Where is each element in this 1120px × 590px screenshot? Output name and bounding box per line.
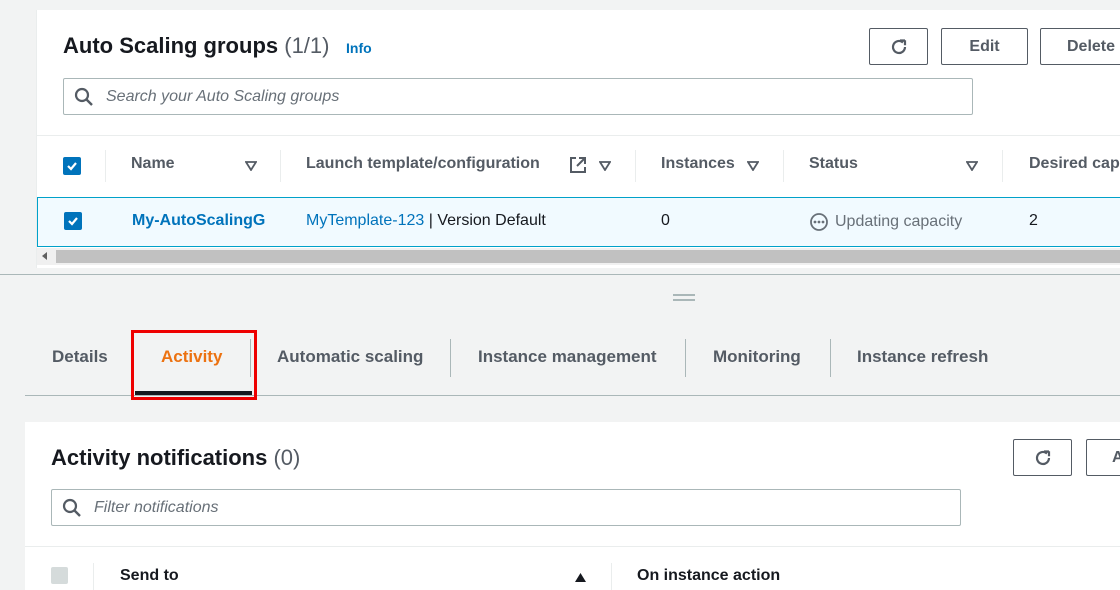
edit-button[interactable]: Edit <box>941 28 1028 65</box>
info-link[interactable]: Info <box>346 40 372 56</box>
desired-capacity-cell: 2 <box>1029 212 1038 229</box>
refresh-icon <box>891 38 906 54</box>
column-divider <box>611 563 612 590</box>
add-notification-button[interactable]: A <box>1086 439 1120 476</box>
sort-ascending-icon[interactable] <box>574 572 587 583</box>
asg-count: (1/1) <box>284 33 330 58</box>
scroll-left-icon[interactable] <box>42 252 47 260</box>
scrollbar-thumb[interactable] <box>56 250 1120 263</box>
split-panel-divider <box>0 274 1120 275</box>
column-divider <box>783 150 784 182</box>
select-all-checkbox[interactable] <box>63 157 81 175</box>
page-title: Auto Scaling groups (1/1) <box>63 33 330 59</box>
tab-divider <box>450 339 451 377</box>
table-header: Name Launch template/configuration Insta… <box>37 135 1120 197</box>
in-progress-icon <box>810 213 828 231</box>
delete-button[interactable]: Delete <box>1040 28 1120 65</box>
activity-notifications-panel: Activity notifications (0) A Filter noti… <box>25 422 1120 590</box>
refresh-icon <box>1035 449 1050 465</box>
asg-title: Auto Scaling groups <box>63 33 279 58</box>
status-cell: Updating capacity <box>809 212 962 232</box>
section-title: Activity notifications (0) <box>51 445 300 471</box>
notifications-title: Activity notifications <box>51 445 268 470</box>
column-divider <box>93 563 94 590</box>
asg-search-input[interactable]: Search your Auto Scaling groups <box>63 78 973 115</box>
external-link-icon <box>570 157 586 173</box>
column-name[interactable]: Name <box>131 155 175 173</box>
column-status[interactable]: Status <box>809 155 858 173</box>
status-text: Updating capacity <box>835 213 963 230</box>
search-placeholder: Search your Auto Scaling groups <box>106 87 340 105</box>
tab-details[interactable]: Details <box>52 347 108 367</box>
notifications-search-input[interactable]: Filter notifications <box>51 489 961 526</box>
template-version: | Version Default <box>424 212 546 229</box>
drag-handle-icon[interactable] <box>673 294 695 301</box>
tab-monitoring[interactable]: Monitoring <box>713 347 801 367</box>
column-send-to[interactable]: Send to <box>120 567 179 585</box>
search-icon <box>74 87 93 106</box>
instances-cell: 0 <box>661 212 670 229</box>
table-row[interactable]: My-AutoScalingG MyTemplate-123 | Version… <box>37 197 1120 247</box>
notifications-table-header: Send to On instance action <box>25 546 1120 590</box>
column-divider <box>1002 150 1003 182</box>
sort-down-icon[interactable] <box>599 161 611 171</box>
sort-down-icon[interactable] <box>747 161 759 171</box>
refresh-button[interactable] <box>869 28 928 65</box>
tab-instance-management[interactable]: Instance management <box>478 347 657 367</box>
tab-automatic-scaling[interactable]: Automatic scaling <box>277 347 423 367</box>
tab-divider <box>685 339 686 377</box>
template-link[interactable]: MyTemplate-123 <box>306 212 424 229</box>
column-desired-capacity[interactable]: Desired cap <box>1029 155 1120 173</box>
sort-down-icon[interactable] <box>245 161 257 171</box>
asg-name-link[interactable]: My-AutoScalingG <box>132 212 265 230</box>
tab-instance-refresh[interactable]: Instance refresh <box>857 347 988 367</box>
auto-scaling-groups-panel: Auto Scaling groups (1/1) Info Edit Dele… <box>36 10 1120 268</box>
select-all-checkbox[interactable] <box>51 567 68 584</box>
column-on-instance-action[interactable]: On instance action <box>637 567 780 585</box>
launch-template-cell: MyTemplate-123 | Version Default <box>306 212 546 230</box>
checkmark-icon <box>68 217 78 226</box>
horizontal-scrollbar[interactable] <box>37 248 1120 265</box>
sort-down-icon[interactable] <box>966 161 978 171</box>
search-icon <box>62 498 81 517</box>
column-instances[interactable]: Instances <box>661 155 735 173</box>
column-divider <box>635 150 636 182</box>
search-placeholder: Filter notifications <box>94 498 219 516</box>
column-launch-template[interactable]: Launch template/configuration <box>306 155 540 173</box>
checkmark-icon <box>67 162 77 171</box>
column-divider <box>105 150 106 182</box>
row-checkbox[interactable] <box>64 212 82 230</box>
notifications-count: (0) <box>273 445 301 470</box>
highlight-box <box>131 330 257 400</box>
refresh-button[interactable] <box>1013 439 1072 476</box>
column-divider <box>280 150 281 182</box>
tab-divider <box>830 339 831 377</box>
